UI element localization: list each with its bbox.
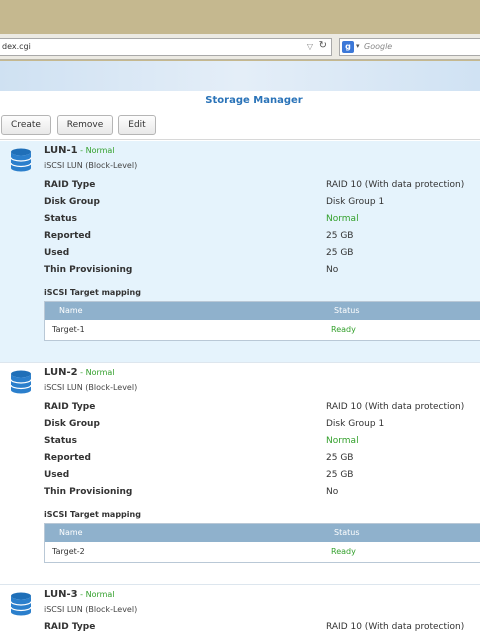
mapping-title: iSCSI Target mapping (44, 288, 141, 297)
mapping-title: iSCSI Target mapping (44, 510, 141, 519)
status-label: Status (44, 436, 77, 446)
status-label: Status (44, 214, 77, 224)
url-bar[interactable]: dex.cgi ▽ ↻ (0, 38, 332, 56)
database-icon (10, 370, 32, 394)
window-title: Storage Manager (205, 95, 303, 106)
create-button[interactable]: Create (1, 115, 51, 135)
reported-label: Reported (44, 231, 91, 241)
google-icon[interactable]: g (342, 41, 354, 53)
reload-icon[interactable]: ↻ (319, 40, 327, 51)
lun-name: LUN-2 - Normal (44, 367, 115, 378)
used-label: Used (44, 470, 70, 480)
lun-status: Normal (85, 590, 115, 599)
raid-type-label: RAID Type (44, 180, 96, 190)
search-placeholder: Google (364, 42, 393, 51)
lun-type: iSCSI LUN (Block-Level) (44, 383, 138, 392)
lun-item-2[interactable]: LUN-2 - Normal iSCSI LUN (Block-Level) R… (0, 363, 480, 585)
column-header-name[interactable]: Name (59, 528, 83, 537)
thin-provisioning-value: No (326, 487, 339, 497)
table-row[interactable]: Target-1 Ready (45, 320, 480, 340)
lun-item-3[interactable]: LUN-3 - Normal iSCSI LUN (Block-Level) R… (0, 585, 480, 636)
search-engine-dropdown-icon[interactable]: ▾ (356, 42, 360, 50)
url-dropdown-icon[interactable]: ▽ (307, 42, 313, 51)
lun-name: LUN-3 - Normal (44, 589, 115, 600)
thin-provisioning-label: Thin Provisioning (44, 487, 133, 497)
browser-title-bar (0, 0, 480, 34)
reported-value: 25 GB (326, 453, 354, 463)
target-name: Target-2 (52, 547, 85, 556)
column-header-name[interactable]: Name (59, 306, 83, 315)
disk-group-label: Disk Group (44, 419, 100, 429)
browser-nav-bar: dex.cgi ▽ ↻ g ▾ Google (0, 34, 480, 60)
target-name: Target-1 (52, 325, 85, 334)
thin-provisioning-value: No (326, 265, 339, 275)
status-value: Normal (326, 214, 359, 224)
column-header-status[interactable]: Status (334, 528, 360, 537)
search-bar[interactable]: g ▾ Google (339, 38, 480, 56)
raid-type-value: RAID 10 (With data protection) (326, 622, 465, 632)
mapping-table: Name Status Target-1 Ready (44, 301, 480, 341)
status-value: Normal (326, 436, 359, 446)
lun-status: Normal (85, 146, 115, 155)
lun-status: Normal (85, 368, 115, 377)
used-label: Used (44, 248, 70, 258)
database-icon (10, 148, 32, 172)
edit-button[interactable]: Edit (118, 115, 156, 135)
url-text: dex.cgi (2, 42, 31, 51)
lun-type: iSCSI LUN (Block-Level) (44, 161, 138, 170)
lun-type: iSCSI LUN (Block-Level) (44, 605, 138, 614)
used-value: 25 GB (326, 470, 354, 480)
database-icon (10, 592, 32, 616)
toolbar-divider (0, 139, 480, 140)
disk-group-value: Disk Group 1 (326, 419, 385, 429)
mapping-table-header: Name Status (45, 302, 480, 320)
target-status: Ready (331, 325, 356, 334)
disk-group-label: Disk Group (44, 197, 100, 207)
mapping-table-header: Name Status (45, 524, 480, 542)
remove-button[interactable]: Remove (57, 115, 113, 135)
reported-label: Reported (44, 453, 91, 463)
lun-name: LUN-1 - Normal (44, 145, 115, 156)
reported-value: 25 GB (326, 231, 354, 241)
desktop-banner (0, 61, 480, 91)
mapping-table: Name Status Target-2 Ready (44, 523, 480, 563)
target-status: Ready (331, 547, 356, 556)
column-header-status[interactable]: Status (334, 306, 360, 315)
disk-group-value: Disk Group 1 (326, 197, 385, 207)
lun-item-1[interactable]: LUN-1 - Normal iSCSI LUN (Block-Level) R… (0, 141, 480, 363)
storage-manager-window: Storage Manager Create Remove Edit LUN-1… (0, 91, 480, 636)
table-row[interactable]: Target-2 Ready (45, 542, 480, 562)
raid-type-value: RAID 10 (With data protection) (326, 180, 465, 190)
raid-type-label: RAID Type (44, 622, 96, 632)
thin-provisioning-label: Thin Provisioning (44, 265, 133, 275)
raid-type-value: RAID 10 (With data protection) (326, 402, 465, 412)
used-value: 25 GB (326, 248, 354, 258)
raid-type-label: RAID Type (44, 402, 96, 412)
